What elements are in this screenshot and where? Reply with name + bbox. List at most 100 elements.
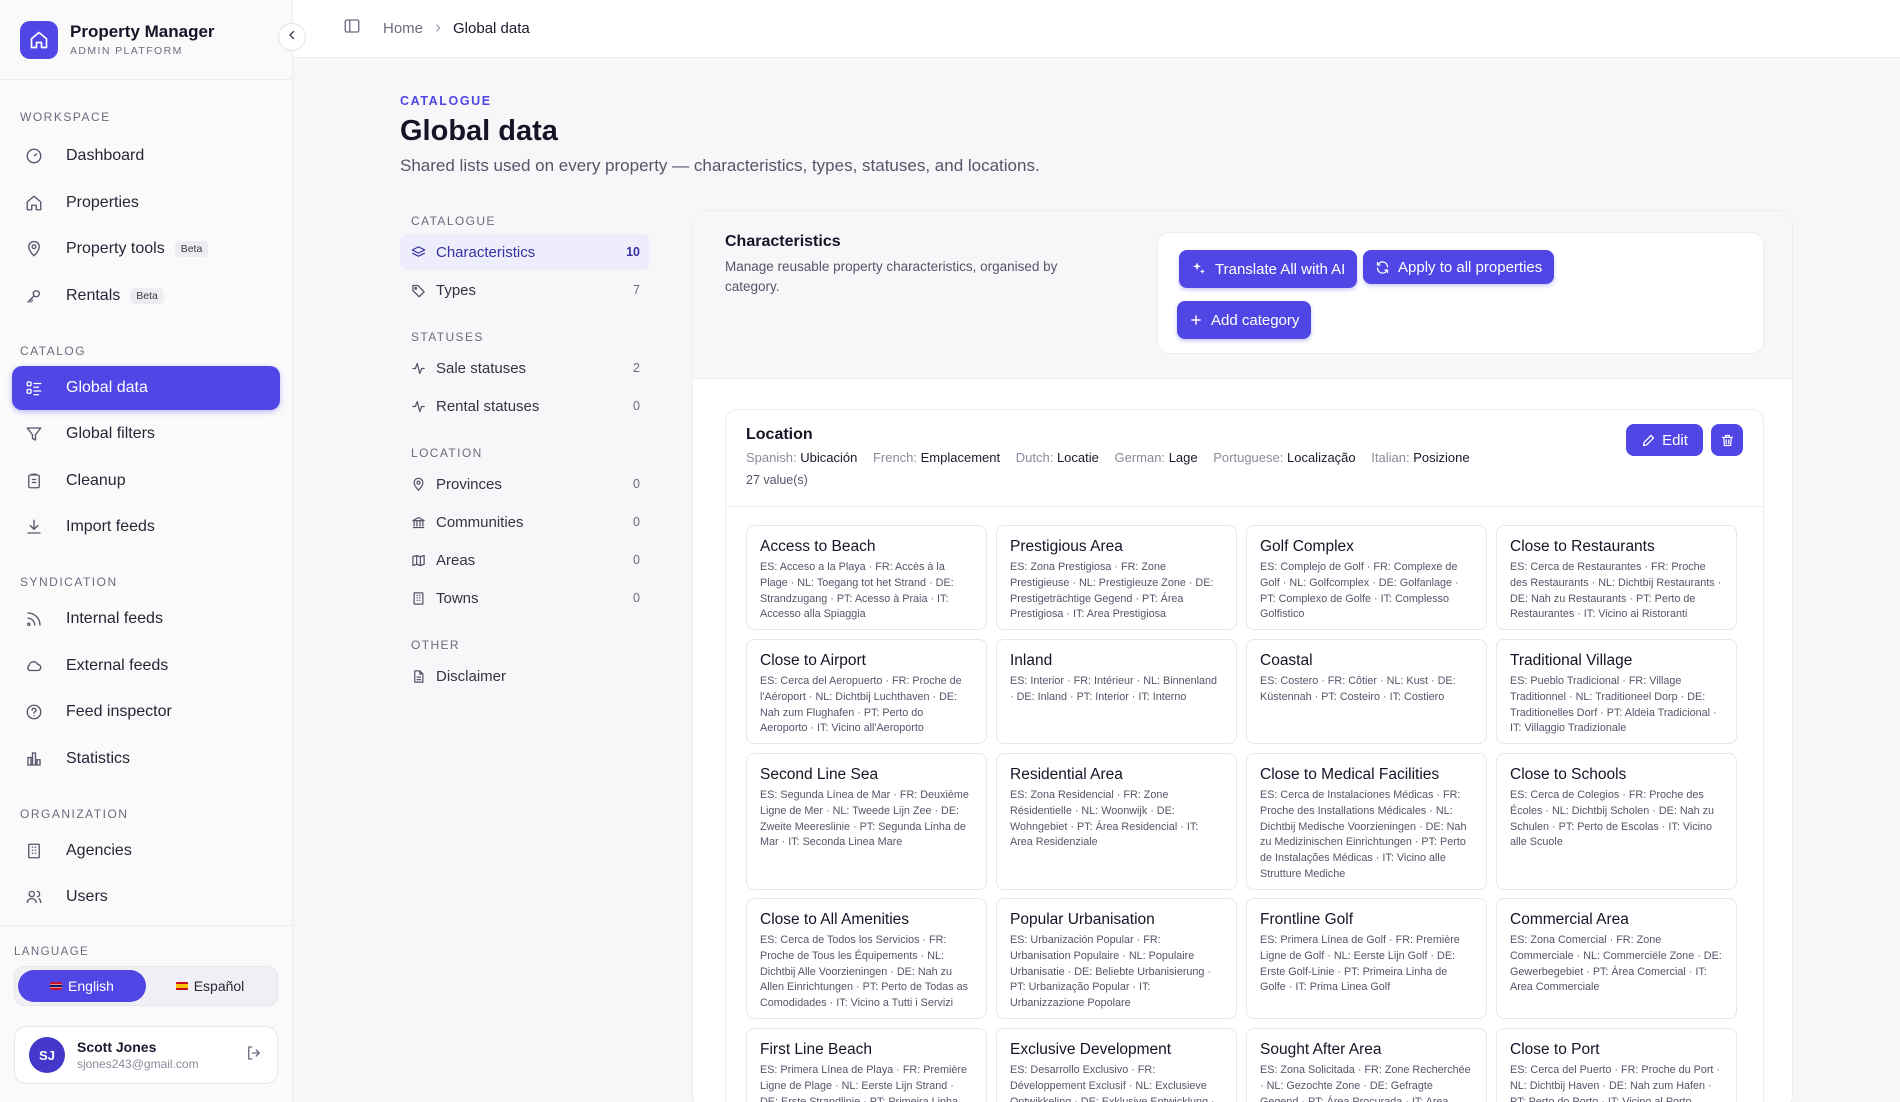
characteristic-value-card[interactable]: Commercial Area ES: Zona Comercial · FR: … [1496,898,1737,1019]
subnav-item-rental-statuses[interactable]: Rental statuses 0 [400,388,650,424]
sidebar-item-cleanup[interactable]: Cleanup [12,459,280,503]
characteristic-value-card[interactable]: Close to All Amenities ES: Cerca de Todos… [746,898,987,1019]
characteristic-value-card[interactable]: Close to Medical Facilities ES: Cerca de … [1246,753,1487,890]
bar-chart-icon [22,747,46,771]
nav-section-syndication: SYNDICATION [20,575,118,589]
activity-icon [410,398,426,414]
subnav-item-provinces[interactable]: Provinces 0 [400,466,650,502]
characteristic-value-translations: ES: Acceso a la Playa · FR: Accès à la P… [760,561,954,621]
sidebar-item-label: Internal feeds [66,610,163,627]
subnav-item-label: Types [436,281,477,299]
sidebar-item-properties[interactable]: Properties [12,181,280,225]
content-area: CATALOGUE Characteristics 10 Types 7 STA… [400,210,1900,1102]
characteristic-value-card[interactable]: Traditional Village ES: Pueblo Tradiciona… [1496,639,1737,744]
edit-category-button[interactable]: Edit [1626,424,1703,456]
characteristic-value-translations: ES: Urbanización Popular · FR: Urbanisat… [1010,934,1212,1010]
characteristic-value-card[interactable]: Sought After Area ES: Zona Solicitada · F… [1246,1028,1487,1102]
gauge-icon [22,144,46,168]
sidebar-item-internal-feeds[interactable]: Internal feeds [12,597,280,641]
breadcrumb-home-link[interactable]: Home [383,20,423,37]
clipboard-icon [22,469,46,493]
subnav-item-label: Characteristics [436,243,536,261]
characteristic-value-card[interactable]: Second Line Sea ES: Segunda Línea de Mar … [746,753,987,890]
sidebar-toggle-icon[interactable] [343,17,361,40]
characteristic-value-card[interactable]: Popular Urbanisation ES: Urbanización Pop… [996,898,1237,1019]
sidebar-item-feed-inspector[interactable]: Feed inspector [12,690,280,734]
nav-section-workspace: WORKSPACE [20,110,111,124]
subnav-item-communities[interactable]: Communities 0 [400,504,650,540]
characteristic-value-card[interactable]: Prestigious Area ES: Zona Prestigiosa · F… [996,525,1237,630]
characteristic-value-translations: ES: Zona Comercial · FR: Zone Commercial… [1510,934,1722,994]
subnav-item-disclaimer[interactable]: Disclaimer [400,658,650,694]
characteristic-value-card[interactable]: Close to Schools ES: Cerca de Colegios · … [1496,753,1737,890]
language-block: LANGUAGE English Español SJ Scott Jones … [0,925,292,1084]
characteristic-value-card[interactable]: Frontline Golf ES: Primera Línea de Golf … [1246,898,1487,1019]
translation-value: Posizione [1413,450,1470,465]
subnav-item-towns[interactable]: Towns 0 [400,580,650,616]
main-area: Home Global data CATALOGUE Global data S… [293,0,1900,1102]
subnav-item-count: 0 [633,477,640,491]
sidebar-item-statistics[interactable]: Statistics [12,737,280,781]
characteristic-value-card[interactable]: First Line Beach ES: Primera Línea de Pla… [746,1028,987,1102]
catalogue-subnav: CATALOGUE Characteristics 10 Types 7 STA… [400,214,650,694]
characteristic-value-translations: ES: Segunda Línea de Mar · FR: Deuxième … [760,789,969,849]
sidebar-item-external-feeds[interactable]: External feeds [12,644,280,688]
characteristic-value-card[interactable]: Close to Port ES: Cerca del Puerto · FR: … [1496,1028,1737,1102]
sidebar-item-label: Rentals [66,286,121,304]
characteristic-value-translations: ES: Interior · FR: Intérieur · NL: Binne… [1010,675,1218,703]
characteristic-value-translations: ES: Costero · FR: Côtier · NL: Kust · DE… [1260,675,1456,703]
subnav-item-label: Sale statuses [436,359,527,377]
home-logo-icon[interactable] [20,20,58,59]
sidebar-item-label: Import feeds [66,518,155,535]
subnav-item-types[interactable]: Types 7 [400,272,650,308]
sidebar-item-global-filters[interactable]: Global filters [12,412,280,456]
trash-icon [1720,433,1735,448]
subnav-item-count: 0 [633,399,640,413]
apply-to-all-properties-button[interactable]: Apply to all properties [1363,250,1555,284]
avatar: SJ [29,1037,65,1073]
characteristic-value-card[interactable]: Access to Beach ES: Acceso a la Playa · F… [746,525,987,630]
characteristic-value-card[interactable]: Coastal ES: Costero · FR: Côtier · NL: Ku… [1246,639,1487,744]
sidebar-item-property-tools[interactable]: Property tools Beta [12,227,280,271]
sidebar-item-global-data[interactable]: Global data [12,365,280,410]
language-option-english[interactable]: English [18,970,146,1002]
delete-category-button[interactable] [1711,424,1743,456]
collapse-sidebar-button[interactable] [278,23,306,51]
characteristic-value-title: Close to All Amenities [760,911,910,928]
characteristic-value-card[interactable]: Inland ES: Interior · FR: Intérieur · NL:… [996,639,1237,744]
category-card-location: Location Spanish: Ubicación French: Empl… [725,409,1764,1102]
panel-title: Characteristics [725,233,841,250]
characteristic-value-translations: ES: Primera Línea de Golf · FR: Première… [1260,934,1460,994]
add-category-button[interactable]: Add category [1177,301,1312,339]
characteristic-value-title: Residential Area [1010,766,1123,783]
sidebar-item-dashboard[interactable]: Dashboard [12,134,280,178]
characteristic-value-title: Golf Complex [1260,538,1354,555]
logout-icon[interactable] [245,1044,263,1067]
subnav-item-sale-statuses[interactable]: Sale statuses 2 [400,350,650,386]
characteristic-value-card[interactable]: Golf Complex ES: Complejo de Golf · FR: C… [1246,525,1487,630]
characteristic-value-card[interactable]: Close to Airport ES: Cerca del Aeropuerto… [746,639,987,744]
characteristic-value-title: Traditional Village [1510,652,1633,669]
subnav-item-areas[interactable]: Areas 0 [400,542,650,578]
beta-badge: Beta [174,241,209,257]
uk-flag-icon [50,982,63,990]
sidebar-item-users[interactable]: Users [12,875,280,919]
sidebar: Property Manager ADMIN PLATFORM WORKSPAC… [0,0,306,1102]
characteristic-value-card[interactable]: Exclusive Development ES: Desarrollo Excl… [996,1028,1237,1102]
sidebar-item-import-feeds[interactable]: Import feeds [12,505,280,549]
brand: Property Manager ADMIN PLATFORM [0,0,306,80]
chevron-left-icon [286,28,298,46]
sidebar-item-agencies[interactable]: Agencies [12,829,280,873]
characteristic-value-card[interactable]: Close to Restaurants ES: Cerca de Restaur… [1496,525,1737,630]
language-option-spanish[interactable]: Español [146,970,274,1002]
subnav-item-label: Disclaimer [436,667,507,685]
characteristic-value-card[interactable]: Residential Area ES: Zona Residencial · F… [996,753,1237,890]
sidebar-item-rentals[interactable]: Rentals Beta [12,274,280,318]
user-card: SJ Scott Jones sjones243@gmail.com [14,1026,278,1084]
subnav-item-characteristics[interactable]: Characteristics 10 [400,234,650,270]
divider [726,506,1763,507]
translate-all-ai-button[interactable]: Translate All with AI [1179,250,1358,288]
cloud-icon [22,654,46,678]
sidebar-item-label: Cleanup [66,471,126,489]
characteristic-value-title: Close to Restaurants [1510,538,1655,555]
